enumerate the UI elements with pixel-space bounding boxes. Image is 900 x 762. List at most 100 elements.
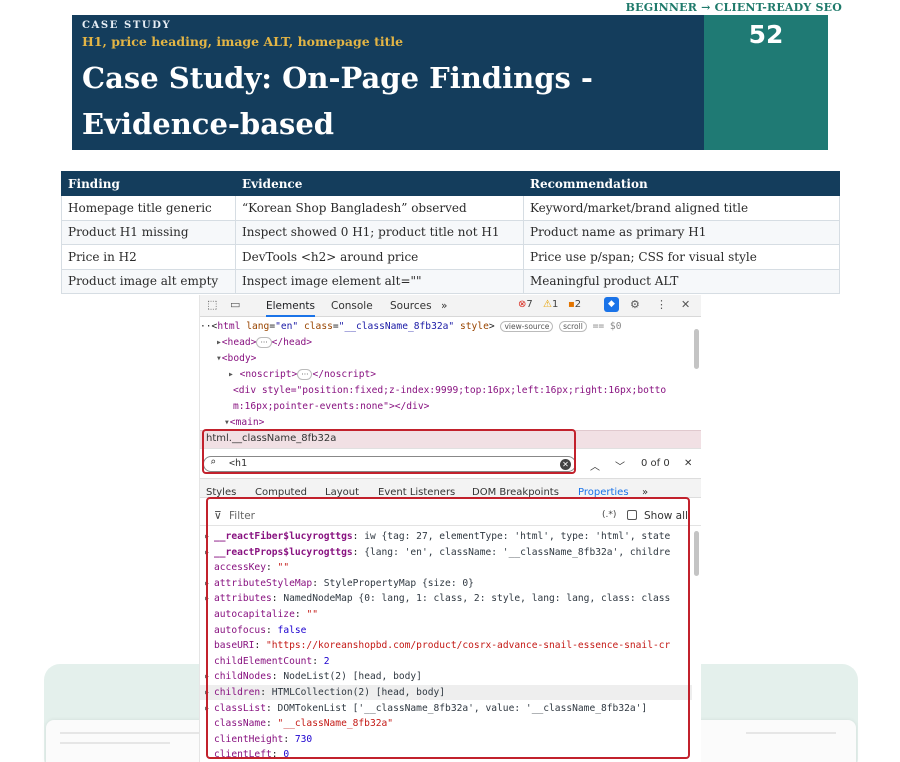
property-key: baseURI <box>214 640 255 652</box>
ai-assistance-icon[interactable]: ◆ <box>604 297 619 312</box>
dom-tree-scrollbar[interactable] <box>694 329 699 369</box>
property-row[interactable]: className: "__className_8fb32a" <box>200 716 393 731</box>
property-value: "" <box>306 609 318 620</box>
tab-properties[interactable]: Properties <box>578 487 629 498</box>
table-cell: Meaningful product ALT <box>523 268 840 294</box>
more-tabs-icon[interactable]: » <box>441 300 447 312</box>
search-close-icon[interactable]: ✕ <box>684 458 692 469</box>
column-header: Evidence <box>235 171 524 196</box>
more-panel-tabs-icon[interactable]: » <box>642 487 648 498</box>
clear-search-icon[interactable]: ✕ <box>560 459 571 470</box>
property-row[interactable]: ▸ attributes: NamedNodeMap {0: lang, 1: c… <box>200 591 670 606</box>
tab-dom-breakpoints[interactable]: DOM Breakpoints <box>472 487 559 498</box>
expand-arrow-icon[interactable]: ▸ <box>200 545 214 560</box>
property-value: iw {tag: 27, elementType: 'html', type: … <box>364 531 671 542</box>
property-row[interactable]: childElementCount: 2 <box>200 654 330 669</box>
header-kicker: CASE STUDY <box>82 20 172 31</box>
property-value: NodeList(2) [head, body] <box>283 671 422 683</box>
tab-computed[interactable]: Computed <box>255 487 307 498</box>
devtools-screenshot: ⬚ ▭ Elements Console Sources » ⊗7 ⚠1 ▪2 … <box>199 295 701 762</box>
breadcrumb[interactable]: html.__className_8fb32a <box>200 430 701 448</box>
dom-node-head[interactable]: ▸<head> ··· </head> <box>216 335 312 350</box>
property-row[interactable]: ▸ children: HTMLCollection(2) [head, body… <box>200 685 692 700</box>
property-row[interactable]: ▸ __reactFiber$lucyrogttgs: iw {tag: 27, … <box>200 529 670 544</box>
properties-scrollbar[interactable] <box>694 531 699 576</box>
expand-arrow-icon[interactable]: ▸ <box>200 591 214 606</box>
property-row[interactable]: ▸ classList: DOMTokenList ['__className_8… <box>200 701 647 716</box>
dom-node-main[interactable]: ▾<main> <box>224 415 264 430</box>
table-cell: Inspect showed 0 H1; product title not H… <box>235 219 524 245</box>
view-source-pill[interactable]: view-source <box>500 321 554 332</box>
breadcrumb-html[interactable]: html.__className_8fb32a <box>206 433 336 444</box>
property-key: childElementCount <box>214 655 313 667</box>
tab-event-listeners[interactable]: Event Listeners <box>378 487 455 498</box>
device-toggle-icon[interactable]: ▭ <box>230 298 240 311</box>
table-header-row: Finding Evidence Recommendation <box>61 171 840 196</box>
property-value: "" <box>277 562 290 574</box>
property-value: 2 <box>323 655 330 667</box>
regex-toggle[interactable]: (.*) <box>602 510 616 520</box>
property-row[interactable]: clientLeft: 0 <box>200 747 289 762</box>
warning-count-badge[interactable]: ⚠1 <box>543 299 558 310</box>
tab-console[interactable]: Console <box>331 300 373 312</box>
devtools-toolbar: ⬚ ▭ Elements Console Sources » ⊗7 ⚠1 ▪2 … <box>200 295 701 317</box>
property-row[interactable]: accessKey: "" <box>200 560 289 575</box>
table-cell: DevTools <h2> around price <box>235 244 524 270</box>
property-value: HTMLCollection(2) [head, body] <box>271 687 446 698</box>
kebab-menu-icon[interactable]: ⋮ <box>656 298 667 311</box>
settings-gear-icon[interactable]: ⚙ <box>630 298 640 311</box>
property-row[interactable]: autocapitalize: "" <box>200 607 318 622</box>
table-row: Product image alt empty Inspect image el… <box>61 268 840 294</box>
column-header: Finding <box>61 171 236 196</box>
property-row[interactable]: ▸ childNodes: NodeList(2) [head, body] <box>200 669 422 684</box>
search-prev-icon[interactable]: ︿ <box>590 458 600 473</box>
inspect-element-icon[interactable]: ⬚ <box>207 298 217 311</box>
expand-arrow-icon[interactable]: ▸ <box>200 529 214 544</box>
dom-node-body[interactable]: ▾<body> <box>216 351 256 366</box>
property-row[interactable]: baseURI: "https://koreanshopbd.com/produ… <box>200 638 670 653</box>
search-query: <h1 <box>229 458 248 469</box>
slide-header: CASE STUDY H1, price heading, image ALT,… <box>72 15 704 150</box>
tab-sources[interactable]: Sources <box>390 300 432 312</box>
dom-node-noscript[interactable]: ▸ <noscript> ··· </noscript> <box>228 367 376 382</box>
table-row: Homepage title generic “Korean Shop Bang… <box>61 195 840 221</box>
property-row[interactable]: clientHeight: 730 <box>200 732 312 747</box>
property-row[interactable]: autofocus: false <box>200 623 306 638</box>
dom-search-input[interactable]: ⌕ <h1 ✕ <box>203 456 576 472</box>
property-key: __reactProps$lucyrogttgs <box>214 546 353 558</box>
close-icon[interactable]: ✕ <box>681 298 690 311</box>
property-key: classList <box>214 702 266 714</box>
property-value: StylePropertyMap {size: 0} <box>323 577 474 589</box>
property-key: attributeStyleMap <box>214 577 313 589</box>
scroll-pill[interactable]: scroll <box>559 321 587 332</box>
column-header: Recommendation <box>523 171 840 196</box>
issues-icon: ▪ <box>568 299 575 310</box>
page-number: 52 <box>748 20 784 49</box>
show-all-label: Show all <box>644 510 688 522</box>
table-cell: Inspect image element alt="" <box>235 268 524 294</box>
property-value: false <box>277 624 307 636</box>
property-key: attributes <box>214 593 272 605</box>
dom-node-html[interactable]: ··<html lang="en" class="__className_8fb… <box>200 319 622 334</box>
property-value: {lang: 'en', className: '__className_8fb… <box>364 546 671 558</box>
error-count-badge[interactable]: ⊗7 <box>518 299 533 310</box>
expand-arrow-icon[interactable]: ▸ <box>200 685 214 700</box>
dom-search-bar: ⌕ <h1 ✕ ︿ ﹀ 0 of 0 ✕ <box>200 448 701 478</box>
show-all-checkbox[interactable] <box>627 510 637 520</box>
tab-layout[interactable]: Layout <box>325 487 359 498</box>
property-row[interactable]: ▸ __reactProps$lucyrogttgs: {lang: 'en', … <box>200 545 670 560</box>
tab-elements[interactable]: Elements <box>266 300 315 317</box>
dom-node-div[interactable]: <div style="position:fixed;z-index:9999;… <box>233 383 666 398</box>
table-cell: Product H1 missing <box>61 219 236 245</box>
property-row[interactable]: ▸ attributeStyleMap: StylePropertyMap {si… <box>200 576 474 591</box>
properties-filter-bar: ⊽ Filter (.*) Show all <box>200 506 701 526</box>
property-key: className <box>214 718 266 730</box>
issues-count-badge[interactable]: ▪2 <box>568 299 581 310</box>
expand-arrow-icon[interactable]: ▸ <box>200 669 214 684</box>
tab-styles[interactable]: Styles <box>206 487 236 498</box>
property-value: "__className_8fb32a" <box>277 718 394 730</box>
expand-arrow-icon[interactable]: ▸ <box>200 701 214 716</box>
search-next-icon[interactable]: ﹀ <box>615 458 625 473</box>
filter-input[interactable]: Filter <box>229 510 255 522</box>
expand-arrow-icon[interactable]: ▸ <box>200 576 214 591</box>
